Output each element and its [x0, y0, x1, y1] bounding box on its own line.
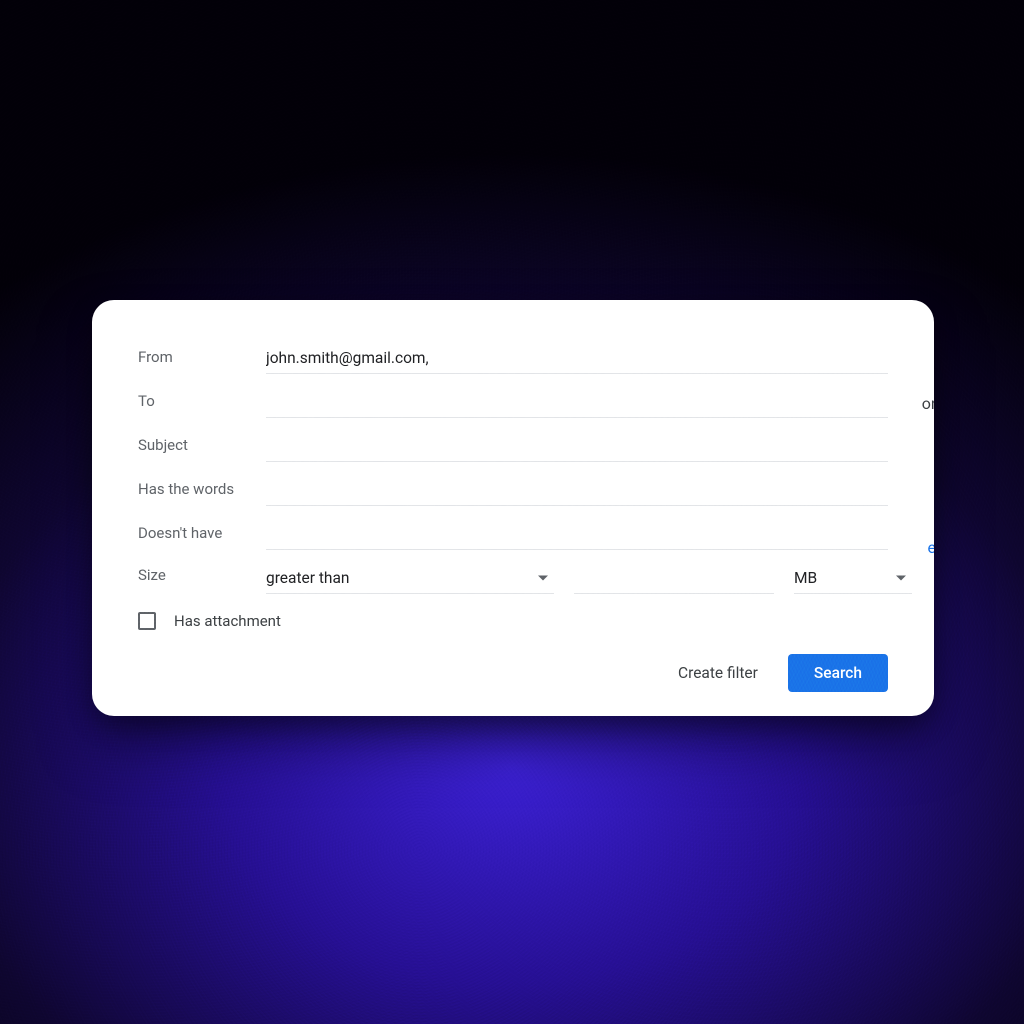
filter-form: From To Subject Has the words Doesn't ha…	[102, 328, 924, 692]
row-subject: Subject	[138, 424, 888, 462]
to-input[interactable]	[266, 387, 888, 418]
has-words-label: Has the words	[138, 480, 266, 506]
obscured-text-right: ons	[922, 394, 934, 413]
has-attachment-checkbox[interactable]	[138, 612, 156, 630]
has-words-input[interactable]	[266, 475, 888, 506]
from-label: From	[138, 348, 266, 374]
doesnt-have-input[interactable]	[266, 519, 888, 550]
size-unit-value: MB	[794, 569, 817, 587]
size-value-input[interactable]	[574, 563, 774, 594]
search-button[interactable]: Search	[788, 654, 888, 692]
caret-down-icon	[896, 576, 906, 581]
row-from: From	[138, 336, 888, 374]
row-size: Size greater than MB	[138, 556, 888, 594]
search-filter-panel: ons ew From To Subject Has the words Doe…	[92, 300, 934, 716]
from-input[interactable]	[266, 343, 888, 374]
caret-down-icon	[538, 576, 548, 581]
obscured-link-right: ew	[927, 538, 934, 557]
to-label: To	[138, 392, 266, 418]
size-comparator-value: greater than	[266, 569, 349, 587]
size-unit-select[interactable]: MB	[794, 563, 912, 594]
subject-input[interactable]	[266, 431, 888, 462]
row-to: To	[138, 380, 888, 418]
doesnt-have-label: Doesn't have	[138, 524, 266, 550]
row-has-words: Has the words	[138, 468, 888, 506]
size-comparator-select[interactable]: greater than	[266, 563, 554, 594]
row-has-attachment: Has attachment	[138, 612, 888, 630]
size-label: Size	[138, 566, 266, 594]
actions-bar: Create filter Search	[138, 654, 888, 692]
row-doesnt-have: Doesn't have	[138, 512, 888, 550]
has-attachment-label: Has attachment	[174, 612, 281, 630]
subject-label: Subject	[138, 436, 266, 462]
create-filter-button[interactable]: Create filter	[674, 656, 762, 690]
